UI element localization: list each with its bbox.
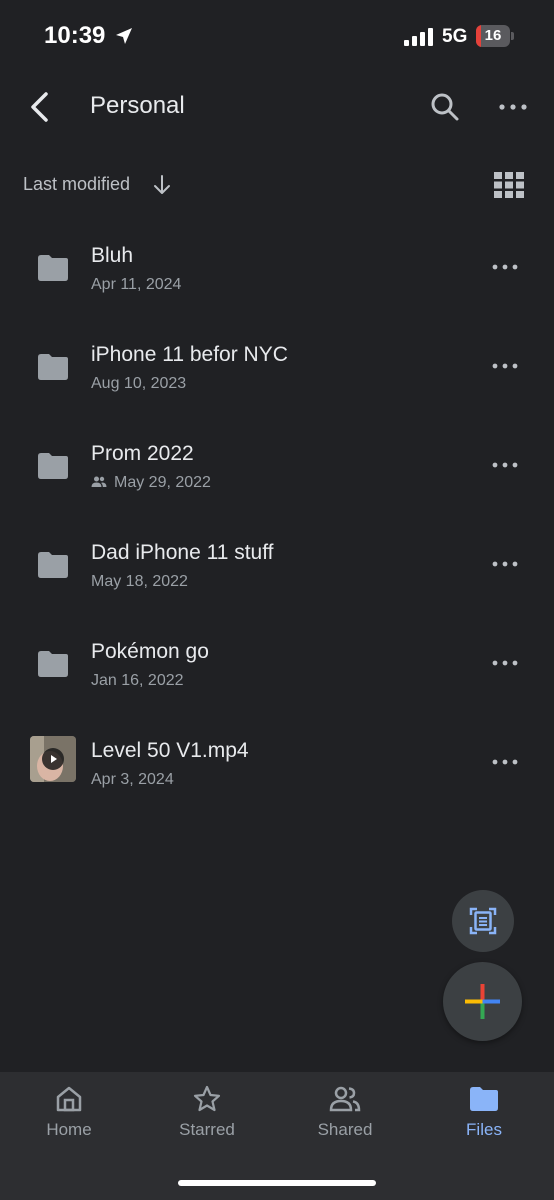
sort-control[interactable]: Last modified [0,166,554,204]
file-name: Pokémon go [91,640,209,663]
nav-shared-label: Shared [317,1120,373,1139]
file-date: Apr 3, 2024 [91,771,174,788]
file-date: May 29, 2022 [114,474,211,491]
star-icon [193,1085,221,1112]
nav-home[interactable]: Home [4,1084,134,1154]
cellular-signal-icon [404,28,433,46]
nav-starred-label: Starred [179,1120,235,1139]
folder-icon [38,552,68,578]
search-icon[interactable] [428,90,462,124]
file-date: Apr 11, 2024 [91,276,182,293]
document-scan-icon [469,907,497,935]
more-options-icon[interactable] [490,653,520,673]
nav-starred[interactable]: Starred [142,1084,272,1154]
battery-icon: 16 [476,25,514,47]
list-item[interactable]: Dad iPhone 11 stuff May 18, 2022 [0,516,554,615]
new-button[interactable] [443,962,522,1041]
home-icon [56,1086,82,1112]
folder-icon [38,651,68,677]
nav-shared[interactable]: Shared [280,1084,410,1154]
folder-icon [38,354,68,380]
more-options-icon[interactable] [490,455,520,475]
location-arrow-icon [116,28,132,44]
more-options-icon[interactable] [490,356,520,376]
folder-icon [470,1087,498,1111]
file-date: Jan 16, 2022 [91,672,184,689]
file-date: Aug 10, 2023 [91,375,187,392]
play-icon [30,736,76,782]
status-bar: 10:39 5G 16 [0,0,554,72]
file-list: Bluh Apr 11, 2024 iPhone 11 befor NYC Au… [0,219,554,813]
app-bar: Personal [0,72,554,142]
list-item[interactable]: Prom 2022 May 29, 2022 [0,417,554,516]
video-thumbnail [30,736,76,782]
network-type: 5G [442,26,468,47]
more-options-icon[interactable] [490,554,520,574]
file-name: Prom 2022 [91,442,194,465]
nav-files[interactable]: Files [419,1084,549,1154]
file-name: Bluh [91,244,134,267]
more-options-icon[interactable] [496,90,530,124]
sort-label[interactable]: Last modified [23,174,130,195]
list-item[interactable]: iPhone 11 befor NYC Aug 10, 2023 [0,318,554,417]
list-item[interactable]: Level 50 V1.mp4 Apr 3, 2024 [0,714,554,813]
file-date: May 18, 2022 [91,573,188,590]
shared-icon [329,1086,361,1112]
arrow-down-icon[interactable] [152,174,172,196]
more-options-icon[interactable] [490,752,520,772]
file-name: Level 50 V1.mp4 [91,739,249,762]
file-name: iPhone 11 befor NYC [91,343,288,366]
nav-home-label: Home [46,1120,92,1139]
battery-level: 16 [484,27,502,44]
home-indicator[interactable] [178,1180,376,1186]
list-item[interactable]: Bluh Apr 11, 2024 [0,219,554,318]
nav-files-label: Files [466,1120,502,1139]
folder-icon [38,453,68,479]
grid-view-icon[interactable] [494,172,524,198]
scan-button[interactable] [452,890,514,952]
folder-icon [38,255,68,281]
plus-icon [465,984,500,1019]
file-name: Dad iPhone 11 stuff [91,541,274,564]
list-item[interactable]: Pokémon go Jan 16, 2022 [0,615,554,714]
page-title: Personal [90,92,185,119]
more-options-icon[interactable] [490,257,520,277]
back-arrow-icon[interactable] [24,90,58,124]
status-time: 10:39 [44,22,106,49]
people-icon [91,476,107,487]
